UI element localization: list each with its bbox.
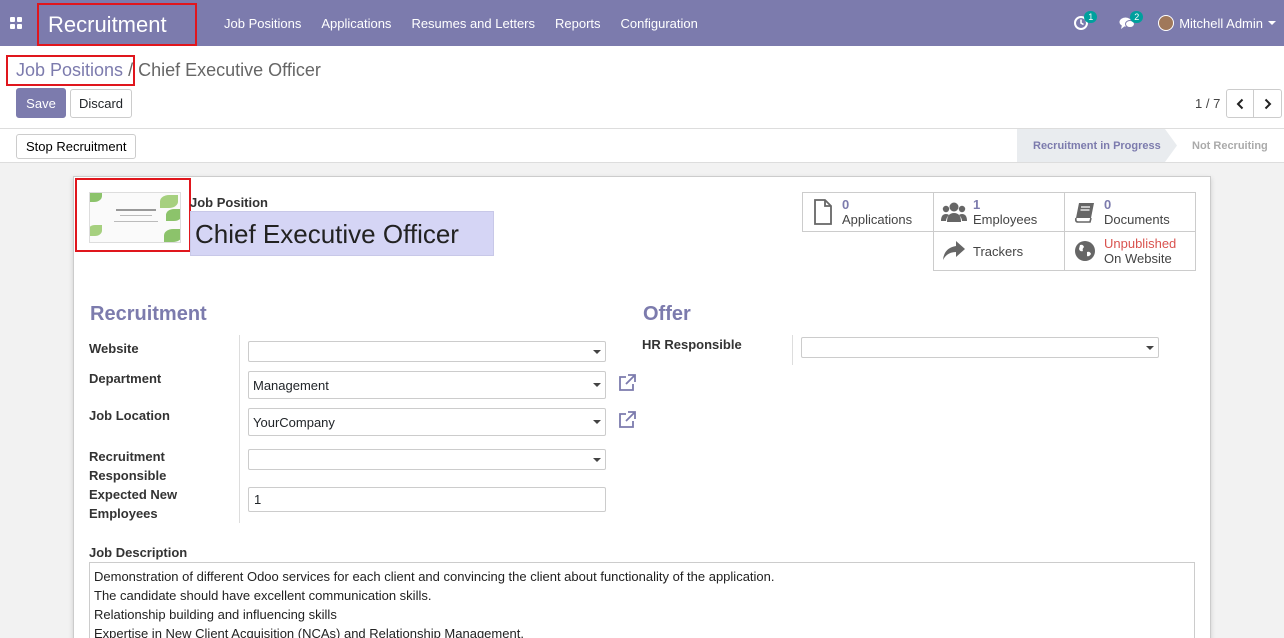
- hr-responsible-select[interactable]: [801, 337, 1159, 358]
- recruitment-group-title: Recruitment: [90, 303, 207, 325]
- dropdown-caret-icon: [593, 383, 601, 387]
- chevron-right-icon: [1264, 98, 1271, 109]
- employees-label: Employees: [973, 212, 1038, 227]
- external-link-icon[interactable]: [617, 410, 637, 430]
- users-icon: [941, 202, 967, 222]
- dropdown-caret-icon: [593, 457, 601, 462]
- job-description-label: Job Description: [89, 545, 188, 560]
- trackers-smart-button[interactable]: Trackers: [933, 231, 1065, 271]
- documents-smart-button[interactable]: 0 Documents: [1064, 192, 1196, 232]
- top-navbar: Recruitment Job Positions Applications R…: [0, 0, 1284, 46]
- document-icon: [814, 199, 832, 225]
- menu-applications[interactable]: Applications: [311, 16, 401, 31]
- website-select[interactable]: [248, 341, 606, 362]
- stage-not-recruiting[interactable]: Not Recruiting: [1192, 129, 1268, 162]
- dropdown-caret-icon: [593, 420, 601, 424]
- job-location-label: Job Location: [89, 408, 170, 423]
- main-menu: Job Positions Applications Resumes and L…: [214, 0, 708, 46]
- status-bar: Stop Recruitment Recruitment in Progress…: [0, 128, 1284, 163]
- avatar: [1158, 15, 1175, 31]
- recruitment-responsible-select[interactable]: [248, 449, 606, 470]
- menu-reports[interactable]: Reports: [545, 16, 611, 31]
- message-count-badge: 2: [1130, 11, 1144, 23]
- dropdown-caret-icon: [593, 349, 601, 354]
- recruitment-responsible-label: Recruitment Responsible: [89, 449, 167, 483]
- website-smart-button[interactable]: Unpublished On Website: [1064, 231, 1196, 271]
- discard-button[interactable]: Discard: [70, 89, 132, 118]
- department-label: Department: [89, 371, 162, 386]
- employees-count: 1: [973, 197, 981, 212]
- messaging-button[interactable]: 2: [1104, 0, 1150, 46]
- pager-previous-button[interactable]: [1226, 89, 1254, 118]
- applications-label: Applications: [842, 212, 913, 227]
- external-link-icon[interactable]: [617, 373, 637, 393]
- website-label: On Website: [1104, 251, 1172, 266]
- description-line: The candidate should have excellent comm…: [94, 588, 432, 603]
- stage-recruitment-in-progress[interactable]: Recruitment in Progress: [1017, 129, 1177, 162]
- dropdown-caret-icon: [1146, 345, 1154, 350]
- globe-icon: [1075, 241, 1095, 261]
- share-icon: [943, 241, 965, 260]
- website-status: Unpublished: [1104, 236, 1177, 251]
- documents-count: 0: [1104, 197, 1112, 212]
- documents-label: Documents: [1104, 212, 1170, 227]
- breadcrumb-highlight: [6, 55, 135, 86]
- applications-count: 0: [842, 197, 850, 212]
- chevron-left-icon: [1236, 98, 1244, 109]
- trackers-label: Trackers: [973, 243, 1024, 259]
- job-name-input[interactable]: Chief Executive Officer: [190, 211, 494, 256]
- description-line: Demonstration of different Odoo services…: [94, 569, 775, 584]
- stop-recruitment-button[interactable]: Stop Recruitment: [16, 134, 137, 159]
- user-name: Mitchell Admin: [1179, 15, 1263, 31]
- pager-next-button[interactable]: [1254, 89, 1282, 118]
- job-location-value: YourCompany: [253, 414, 335, 430]
- breadcrumb-current: Chief Executive Officer: [138, 60, 321, 80]
- chevron-down-icon: [1268, 21, 1276, 25]
- department-select[interactable]: Management: [248, 371, 606, 399]
- offer-group-title: Offer: [643, 303, 691, 325]
- menu-job-positions[interactable]: Job Positions: [214, 16, 311, 31]
- hr-responsible-label: HR Responsible: [642, 337, 742, 352]
- user-menu[interactable]: Mitchell Admin: [1150, 15, 1284, 31]
- systray: 1 2 Mitchell Admin: [1058, 0, 1284, 46]
- job-description-editor[interactable]: Demonstration of different Odoo services…: [89, 562, 1195, 638]
- description-line: Relationship building and influencing sk…: [94, 607, 337, 622]
- job-position-label: Job Position: [190, 195, 268, 210]
- applications-smart-button[interactable]: 0 Applications: [802, 192, 934, 232]
- image-highlight: [75, 178, 191, 252]
- offer-separator: [792, 335, 793, 365]
- activity-button[interactable]: 1: [1058, 0, 1104, 46]
- app-title[interactable]: Recruitment: [37, 3, 197, 46]
- pager-value[interactable]: 1 / 7: [1195, 96, 1220, 111]
- expected-employees-input[interactable]: 1: [248, 487, 606, 512]
- description-line: Expertise in New Client Acquisition (NCA…: [94, 626, 524, 638]
- menu-resumes-letters[interactable]: Resumes and Letters: [401, 16, 545, 31]
- job-location-select[interactable]: YourCompany: [248, 408, 606, 436]
- expected-employees-label: Expected New Employees: [89, 487, 178, 521]
- book-icon: [1074, 203, 1094, 223]
- recruitment-separator: [239, 335, 240, 523]
- employees-smart-button[interactable]: 1 Employees: [933, 192, 1065, 232]
- menu-configuration[interactable]: Configuration: [611, 16, 708, 31]
- website-label: Website: [89, 341, 139, 356]
- activity-count-badge: 1: [1084, 11, 1098, 23]
- apps-menu-icon[interactable]: [0, 0, 32, 46]
- department-value: Management: [253, 377, 329, 393]
- save-button[interactable]: Save: [16, 88, 66, 118]
